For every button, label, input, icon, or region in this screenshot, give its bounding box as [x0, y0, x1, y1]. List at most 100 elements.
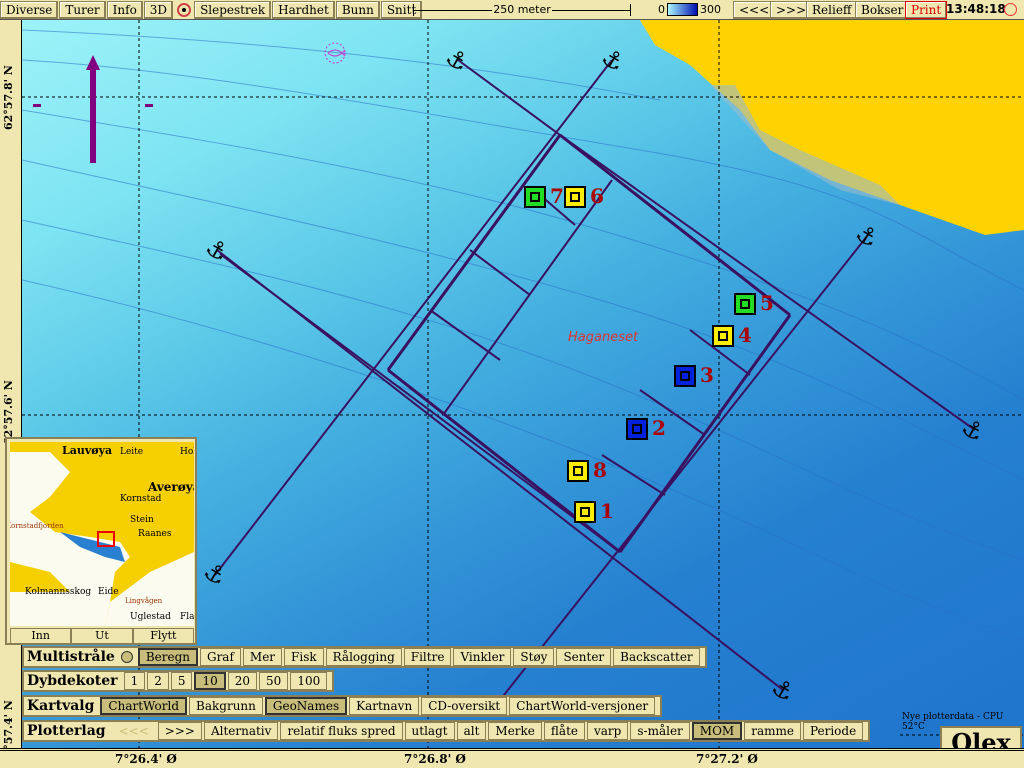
- move-button[interactable]: Flytt: [132, 628, 194, 644]
- menu-bunn[interactable]: Bunn: [335, 0, 380, 19]
- dybdekoter-button[interactable]: 100: [290, 672, 328, 690]
- kartvalg-button[interactable]: ChartWorld: [100, 697, 188, 715]
- depth-max: 300: [700, 3, 721, 16]
- dybdekoter-button[interactable]: 50: [259, 672, 289, 690]
- multistraale-button[interactable]: Rålogging: [325, 648, 402, 666]
- status-indicator-icon: [120, 651, 133, 663]
- plotterlag-button[interactable]: <<<: [111, 722, 156, 740]
- minimap-label: Eide: [98, 587, 119, 597]
- menu-slepestrek[interactable]: Slepestrek: [194, 0, 272, 19]
- panel-title: Multistråle: [27, 649, 115, 665]
- dybdekoter-button[interactable]: 1: [123, 672, 146, 690]
- multistraale-button[interactable]: Backscatter: [613, 648, 700, 666]
- menu-diverse[interactable]: Diverse: [0, 0, 59, 19]
- mark-label: 5: [760, 291, 774, 315]
- sun-icon[interactable]: [1004, 3, 1017, 16]
- plotterlag-button[interactable]: varp: [587, 722, 629, 740]
- plotterlag-button[interactable]: utlagt: [404, 722, 455, 740]
- kartvalg-button[interactable]: ChartWorld-versjoner: [509, 697, 656, 715]
- mark-1[interactable]: [574, 501, 596, 523]
- mark-label: 8: [593, 458, 607, 482]
- multistraale-button[interactable]: Støy: [513, 648, 555, 666]
- panel-kartvalg: Kartvalg ChartWorld Bakgrunn GeoNames Kartna…: [22, 695, 663, 717]
- dybdekoter-button[interactable]: 2: [147, 672, 169, 690]
- bokser-button[interactable]: Bokser: [855, 1, 910, 19]
- panel-title: Plotterlag: [27, 723, 106, 739]
- plotterlag-button[interactable]: Alternativ: [203, 722, 279, 740]
- kartvalg-button[interactable]: Bakgrunn: [189, 697, 263, 715]
- place-name-haganeset: Haganeset: [568, 330, 639, 345]
- dybdekoter-button[interactable]: 20: [227, 672, 258, 690]
- panel-title: Dybdekoter: [27, 673, 118, 689]
- plotterlag-button[interactable]: MOM: [691, 722, 743, 740]
- multistraale-button[interactable]: Fisk: [284, 648, 324, 666]
- top-toolbar: Diverse Turer Info 3D Slepestrek Hardhet…: [0, 0, 1024, 20]
- scale-label: 250 meter: [492, 3, 552, 16]
- dybdekoter-button[interactable]: 10: [194, 672, 226, 690]
- dybdekoter-button[interactable]: 5: [170, 672, 193, 690]
- mark-label: 7: [550, 184, 564, 208]
- mark-5[interactable]: [734, 293, 756, 315]
- menu-info[interactable]: Info: [106, 0, 143, 19]
- print-button[interactable]: Print: [905, 1, 948, 19]
- plotterlag-button[interactable]: Merke: [488, 722, 542, 740]
- multistraale-button[interactable]: Filtre: [403, 648, 452, 666]
- multistraale-button[interactable]: Vinkler: [453, 648, 512, 666]
- mark-label: 2: [652, 416, 666, 440]
- minimap-label: Lauvøya: [62, 444, 113, 457]
- mark-label: 1: [600, 499, 614, 523]
- minimap-label: Stein: [130, 515, 154, 525]
- multistraale-button[interactable]: Mer: [242, 648, 283, 666]
- mark-label: 4: [738, 323, 752, 347]
- overview-minimap: Lauvøya Leite Hol Averøya Kornstad Stein…: [5, 437, 197, 645]
- lon-label: 7°26.8' Ø: [404, 752, 466, 766]
- plotterlag-button[interactable]: s-måler: [630, 722, 690, 740]
- panel-multistraale: Multistråle Beregn Graf Mer Fisk Rålogging Fi…: [22, 646, 707, 668]
- olex-logo: Olex: [940, 726, 1022, 748]
- menu-hardhet[interactable]: Hardhet: [272, 0, 335, 19]
- plotterlag-button[interactable]: ramme: [744, 722, 801, 740]
- minimap-label: Averøya: [148, 480, 194, 494]
- mark-2[interactable]: [626, 418, 648, 440]
- north-arrow: [33, 55, 153, 163]
- mark-4[interactable]: [712, 325, 734, 347]
- mark-label: 3: [700, 363, 714, 387]
- lon-label: 7°27.2' Ø: [696, 752, 758, 766]
- mark-6[interactable]: [564, 186, 586, 208]
- multistraale-button[interactable]: Senter: [556, 648, 612, 666]
- plotterlag-button[interactable]: alt: [456, 722, 487, 740]
- plotterlag-button[interactable]: relatif fluks spred: [280, 722, 403, 740]
- plotterlag-button[interactable]: flåte: [543, 722, 585, 740]
- minimap-label: Kornstad: [120, 494, 162, 504]
- minimap-label: Hol: [180, 447, 194, 457]
- minimap-label: Kolmannsskog: [25, 587, 92, 597]
- panel-plotterlag: Plotterlag <<< >>> Alternativ relatif fluks …: [22, 720, 871, 742]
- scale-bar: 250 meter: [413, 3, 631, 16]
- multistraale-button[interactable]: Graf: [199, 648, 241, 666]
- minimap-label: Uglestad: [130, 612, 171, 622]
- lat-label: 62°57.8' N: [2, 65, 15, 130]
- menu-3d[interactable]: 3D: [143, 0, 174, 19]
- plotterlag-button[interactable]: >>>: [157, 722, 202, 740]
- minimap-view[interactable]: Lauvøya Leite Hol Averøya Kornstad Stein…: [10, 442, 194, 626]
- land-area: [640, 20, 1024, 235]
- target-icon[interactable]: [177, 2, 192, 17]
- multistraale-button[interactable]: Beregn: [137, 648, 198, 666]
- zoom-in-button[interactable]: Inn: [10, 628, 72, 644]
- kartvalg-button[interactable]: Kartnavn: [349, 697, 420, 715]
- prev-button[interactable]: <<<: [733, 1, 776, 19]
- lat-label: 62°57.6' N: [2, 380, 15, 445]
- kartvalg-button[interactable]: GeoNames: [264, 697, 348, 715]
- mark-7[interactable]: [524, 186, 546, 208]
- zoom-out-button[interactable]: Ut: [71, 628, 133, 644]
- mark-8[interactable]: [567, 460, 589, 482]
- mark-3[interactable]: [674, 365, 696, 387]
- plotterlag-button[interactable]: Periode: [802, 722, 864, 740]
- minimap-label: Kornstadfjorden: [10, 522, 64, 530]
- relief-button[interactable]: Relieff: [806, 1, 858, 19]
- panel-title: Kartvalg: [27, 698, 95, 714]
- kartvalg-button[interactable]: CD-oversikt: [421, 697, 508, 715]
- panel-dybdekoter: Dybdekoter 1 2 5 10 20 50 100: [22, 670, 335, 692]
- clock: 13:48:18: [946, 2, 1006, 16]
- menu-turer[interactable]: Turer: [59, 0, 106, 19]
